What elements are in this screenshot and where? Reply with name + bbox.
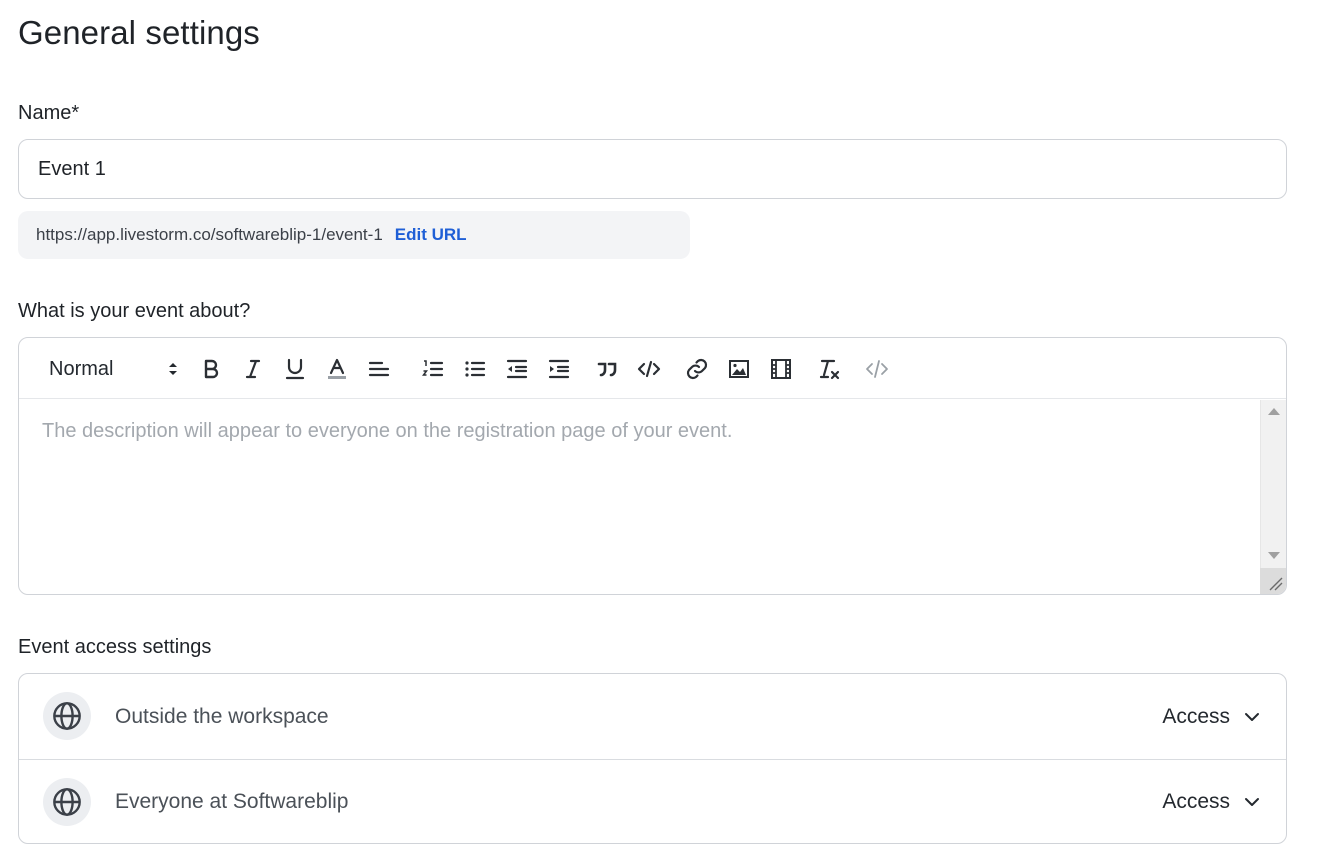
indent-icon xyxy=(548,359,570,379)
chevron-down-icon xyxy=(1245,712,1259,721)
text-color-icon xyxy=(328,358,346,379)
video-icon xyxy=(771,359,791,379)
clear-format-button[interactable] xyxy=(814,354,844,384)
italic-button[interactable] xyxy=(238,354,268,384)
code-button[interactable] xyxy=(634,354,664,384)
align-left-button[interactable] xyxy=(364,354,394,384)
outdent-icon xyxy=(506,359,528,379)
editor-scrollbar[interactable] xyxy=(1260,400,1286,594)
ordered-list-icon xyxy=(422,360,444,377)
outdent-button[interactable] xyxy=(502,354,532,384)
resize-handle-icon[interactable] xyxy=(1260,568,1286,594)
page-title: General settings xyxy=(18,14,260,51)
underline-icon xyxy=(285,358,305,380)
description-editor: Normal The description will appear to ev… xyxy=(18,337,1287,595)
url-box: https://app.livestorm.co/softwareblip-1/… xyxy=(18,211,690,259)
align-left-icon xyxy=(368,361,390,377)
blockquote-button[interactable] xyxy=(592,354,622,384)
underline-button[interactable] xyxy=(280,354,310,384)
access-dropdown-value: Access xyxy=(1162,790,1230,813)
description-textarea[interactable]: The description will appear to everyone … xyxy=(19,400,1260,594)
name-label: Name* xyxy=(18,102,80,124)
access-settings-list: Outside the workspace Access Everyone at… xyxy=(18,673,1287,844)
italic-icon xyxy=(245,359,261,379)
description-label: What is your event about? xyxy=(18,300,251,322)
image-icon xyxy=(729,360,749,378)
scroll-up-arrow-icon[interactable] xyxy=(1268,408,1280,415)
clear-format-icon xyxy=(819,359,840,380)
source-code-button[interactable] xyxy=(862,354,892,384)
text-color-button[interactable] xyxy=(322,354,352,384)
bullet-list-icon xyxy=(465,361,486,377)
access-row-label: Outside the workspace xyxy=(115,704,329,728)
access-row-everyone-workspace: Everyone at Softwareblip Access xyxy=(19,759,1286,843)
source-code-icon xyxy=(866,360,888,378)
code-icon xyxy=(637,360,661,378)
chevron-down-icon xyxy=(1245,798,1259,806)
general-settings-page: General settings Name* https://app.lives… xyxy=(0,0,1323,866)
format-select-value: Normal xyxy=(49,357,114,380)
name-input[interactable] xyxy=(18,139,1287,199)
access-row-label: Everyone at Softwareblip xyxy=(115,790,349,813)
access-dropdown[interactable]: Access xyxy=(1162,705,1260,729)
event-url: https://app.livestorm.co/softwareblip-1/… xyxy=(36,225,383,244)
link-icon xyxy=(686,358,708,380)
bold-icon xyxy=(204,359,219,379)
video-button[interactable] xyxy=(766,354,796,384)
access-dropdown-value: Access xyxy=(1162,704,1230,728)
scroll-down-arrow-icon[interactable] xyxy=(1268,552,1280,559)
ordered-list-button[interactable] xyxy=(418,354,448,384)
indent-button[interactable] xyxy=(544,354,574,384)
globe-icon xyxy=(43,778,91,826)
access-settings-label: Event access settings xyxy=(18,636,212,658)
access-dropdown[interactable]: Access xyxy=(1162,790,1260,814)
edit-url-link[interactable]: Edit URL xyxy=(395,225,467,245)
access-row-outside-workspace: Outside the workspace Access xyxy=(19,674,1286,759)
globe-icon xyxy=(43,692,91,740)
bullet-list-button[interactable] xyxy=(460,354,490,384)
select-arrows-icon xyxy=(169,363,177,375)
bold-button[interactable] xyxy=(196,354,226,384)
link-button[interactable] xyxy=(682,354,712,384)
format-select[interactable]: Normal xyxy=(49,355,179,383)
editor-toolbar: Normal xyxy=(19,338,1286,399)
image-button[interactable] xyxy=(724,354,754,384)
blockquote-icon xyxy=(597,362,617,377)
